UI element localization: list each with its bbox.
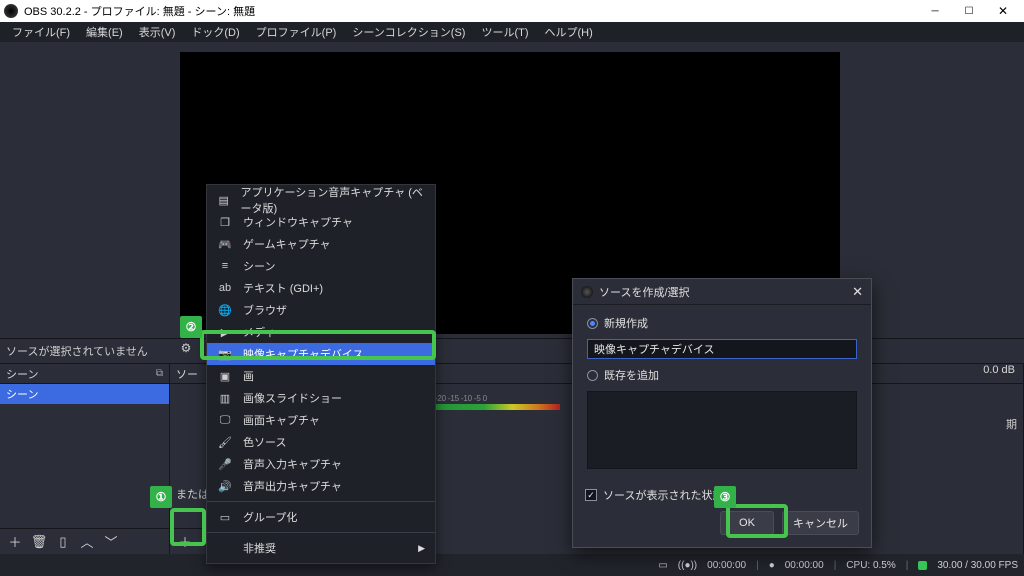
add-source-button[interactable]: ＋ [174, 532, 196, 552]
speaker-icon: 🔊 [217, 480, 233, 493]
text-icon: ab [217, 282, 233, 294]
existing-sources-list[interactable] [587, 391, 857, 469]
ctx-app-audio-capture[interactable]: ▤アプリケーション音声キャプチャ (ベータ版) [207, 189, 435, 211]
globe-icon: 🌐 [217, 304, 233, 317]
new-source-name-input[interactable] [587, 339, 857, 359]
play-icon: ▶ [217, 326, 233, 339]
remove-scene-button[interactable]: 🗑 [28, 532, 50, 552]
status-live-time: 00:00:00 [707, 560, 746, 571]
sources-dock-title: ソー [176, 366, 198, 382]
list-icon: ≡ [217, 260, 233, 272]
menu-help[interactable]: ヘルプ(H) [537, 22, 601, 42]
close-dialog-button[interactable]: ✕ [852, 284, 863, 300]
scene-filter-button[interactable]: ▯ [52, 532, 74, 552]
chevron-right-icon: ▶ [418, 543, 425, 554]
window-title: OBS 30.2.2 - プロファイル: 無題 - シーン: 無題 [24, 3, 918, 19]
ctx-audio-output-capture[interactable]: 🔊音声出力キャプチャ [207, 475, 435, 497]
radio-add-existing[interactable]: 既存を追加 [587, 367, 857, 383]
ok-button[interactable]: OK [720, 511, 774, 535]
gear-icon[interactable]: ⚙ [176, 338, 196, 358]
ctx-video-capture-device[interactable]: 📷映像キャプチャデバイス [207, 343, 435, 365]
status-fps: 30.00 / 30.00 FPS [937, 560, 1018, 571]
ctx-audio-input-capture[interactable]: 🎤音声入力キャプチャ [207, 453, 435, 475]
close-button[interactable]: ✕ [986, 0, 1020, 22]
scene-item[interactable]: シーン [0, 384, 169, 404]
menu-profile[interactable]: プロファイル(P) [248, 22, 345, 42]
radio-create-new[interactable]: 新規作成 [587, 315, 857, 331]
slideshow-icon: ▥ [217, 392, 233, 405]
ctx-media-source[interactable]: ▶メディ [207, 321, 435, 343]
obs-icon [4, 4, 18, 18]
status-rec-time: 00:00:00 [785, 560, 824, 571]
cancel-button[interactable]: キャンセル [782, 511, 859, 535]
status-cpu: CPU: 0.5% [846, 560, 895, 571]
annotation-step-2-badge: ② [180, 316, 202, 338]
menu-file[interactable]: ファイル(F) [4, 22, 78, 42]
ctx-window-capture[interactable]: ❐ウィンドウキャプチャ [207, 211, 435, 233]
ctx-color-source[interactable]: 🖌色ソース [207, 431, 435, 453]
maximize-button[interactable]: ☐ [952, 0, 986, 22]
ctx-game-capture[interactable]: 🎮ゲームキャプチャ [207, 233, 435, 255]
mic-icon: 🎤 [217, 458, 233, 471]
menu-tools[interactable]: ツール(T) [473, 22, 536, 42]
ctx-image[interactable]: ▣画 [207, 365, 435, 387]
add-source-context-menu: ▤アプリケーション音声キャプチャ (ベータ版) ❐ウィンドウキャプチャ 🎮ゲーム… [206, 184, 436, 564]
checkbox-icon: ✓ [585, 489, 597, 501]
context-menu-separator [207, 532, 435, 533]
camera-icon: 📷 [217, 348, 233, 361]
image-icon: ▣ [217, 370, 233, 383]
obs-app-window: OBS 30.2.2 - プロファイル: 無題 - シーン: 無題 ─ ☐ ✕ … [0, 0, 1024, 576]
mixer-0db-label: 0.0 dB [983, 364, 1015, 376]
ctx-text-gdi[interactable]: abテキスト (GDI+) [207, 277, 435, 299]
mixer-right-label: 期 [1006, 416, 1017, 432]
annotation-step-1-badge: ① [150, 486, 172, 508]
add-scene-button[interactable]: ＋ [4, 532, 26, 552]
annotation-step-3-badge: ③ [714, 486, 736, 508]
context-menu-separator [207, 501, 435, 502]
obs-icon [581, 286, 593, 298]
ctx-scene[interactable]: ≡シーン [207, 255, 435, 277]
live-indicator-icon: ((●)) [678, 560, 697, 571]
popout-icon[interactable]: ⧉ [156, 368, 163, 379]
radio-icon [587, 318, 598, 329]
rec-indicator-icon: ● [769, 560, 775, 571]
scenes-dock-title: シーン [6, 366, 38, 382]
ctx-image-slideshow[interactable]: ▥画像スライドショー [207, 387, 435, 409]
ctx-display-capture[interactable]: 🖵画面キャプチャ [207, 409, 435, 431]
ctx-deprecated[interactable]: 非推奨▶ [207, 537, 435, 559]
menubar: ファイル(F) 編集(E) 表示(V) ドック(D) プロファイル(P) シーン… [0, 22, 1024, 42]
minimize-button[interactable]: ─ [918, 0, 952, 22]
menu-edit[interactable]: 編集(E) [78, 22, 131, 42]
ctx-group[interactable]: ▭グループ化 [207, 506, 435, 528]
scenes-toolbar: ＋ 🗑 ▯ ︿ ﹀ [0, 528, 169, 554]
menu-dock[interactable]: ドック(D) [183, 22, 247, 42]
window-icon: ❐ [217, 216, 233, 229]
statusbar: ▭ ((●)) 00:00:00 | ● 00:00:00 | CPU: 0.5… [0, 554, 1024, 576]
scene-up-button[interactable]: ︿ [76, 532, 98, 552]
status-fps-indicator-icon [918, 561, 927, 570]
radio-icon [587, 370, 598, 381]
gamepad-icon: 🎮 [217, 238, 233, 251]
brush-icon: 🖌 [217, 436, 233, 449]
group-icon: ▭ [217, 511, 233, 524]
menu-view[interactable]: 表示(V) [131, 22, 184, 42]
status-net-icon: ▭ [658, 560, 667, 571]
dialog-title: ソースを作成/選択 [599, 284, 690, 300]
monitor-icon: 🖵 [217, 414, 233, 427]
scenes-dock: シーン ⧉ シーン ＋ 🗑 ▯ ︿ ﹀ [0, 364, 170, 554]
scene-down-button[interactable]: ﹀ [100, 532, 122, 552]
titlebar: OBS 30.2.2 - プロファイル: 無題 - シーン: 無題 ─ ☐ ✕ [0, 0, 1024, 22]
menu-scene-collection[interactable]: シーンコレクション(S) [344, 22, 473, 42]
app-icon: ▤ [217, 194, 230, 207]
ctx-browser[interactable]: 🌐ブラウザ [207, 299, 435, 321]
